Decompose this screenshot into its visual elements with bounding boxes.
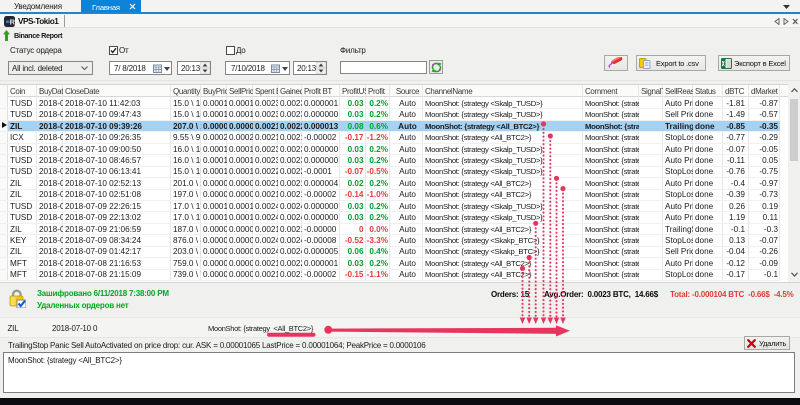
svg-text:R: R — [10, 18, 15, 27]
